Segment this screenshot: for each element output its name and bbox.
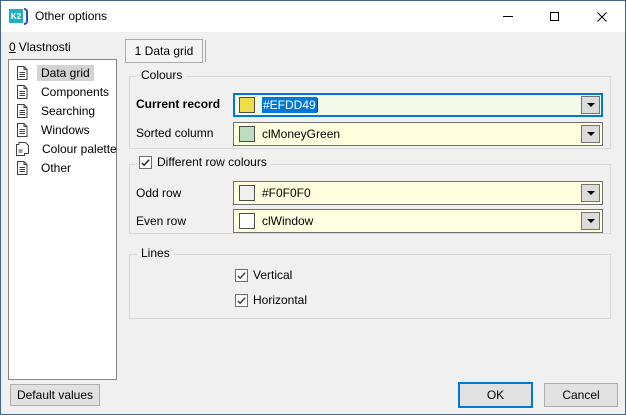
sidebar-item-data-grid[interactable]: Data grid [9, 63, 116, 82]
default-values-button[interactable]: Default values [10, 384, 100, 406]
sorted-column-combobox[interactable]: clMoneyGreen [233, 122, 603, 146]
close-icon [597, 12, 607, 22]
vertical-label: Vertical [253, 268, 292, 282]
k2-logo-icon: K2 [9, 9, 23, 23]
options-category-list[interactable]: Data grid Components Searching [8, 59, 117, 380]
documents-icon [16, 142, 29, 156]
chevron-down-icon [587, 103, 595, 107]
properties-accel: 0 [9, 40, 16, 54]
odd-row-label: Odd row [136, 186, 181, 200]
document-icon [16, 85, 28, 99]
vertical-checkbox[interactable] [235, 269, 248, 282]
even-row-label: Even row [136, 214, 186, 228]
check-icon [236, 295, 247, 306]
sidebar-item-label: Colour palette [38, 141, 121, 157]
document-icon [16, 161, 28, 175]
ok-button[interactable]: OK [458, 382, 533, 408]
tab-data-grid[interactable]: 1 Data grid [125, 39, 203, 63]
document-icon [16, 66, 28, 80]
sidebar-item-label: Searching [37, 103, 99, 119]
tab-label: 1 Data grid [135, 44, 194, 58]
sidebar-item-label: Windows [37, 122, 94, 138]
document-icon [16, 104, 28, 118]
tab-strip-divider [205, 40, 206, 62]
document-icon [16, 123, 28, 137]
current-record-label: Current record [136, 97, 220, 111]
properties-label: 0Vlastnosti [9, 40, 71, 54]
even-row-combobox[interactable]: clWindow [233, 209, 603, 233]
colours-group: Colours Current record #EFDD49 Sorted co… [129, 76, 611, 149]
k2-logo-bracket-icon [24, 8, 28, 25]
sidebar-item-searching[interactable]: Searching [9, 101, 116, 120]
color-swatch [239, 213, 255, 229]
chevron-down-icon [587, 191, 595, 195]
k2-app-icon: K2 [9, 8, 29, 26]
minimize-icon [503, 16, 513, 17]
chevron-down-icon [587, 132, 595, 136]
current-record-combobox[interactable]: #EFDD49 [233, 93, 603, 117]
sidebar-item-windows[interactable]: Windows [9, 120, 116, 139]
combo-value: #EFDD49 [262, 97, 317, 113]
window-title: Other options [35, 9, 107, 23]
vertical-lines-row: Vertical [235, 268, 292, 282]
row-colours-group: Different row colours Odd row #F0F0F0 Ev… [129, 164, 611, 234]
dropdown-button[interactable] [581, 96, 600, 114]
check-icon [140, 157, 151, 168]
combo-value: #F0F0F0 [262, 186, 311, 200]
chevron-down-icon [587, 219, 595, 223]
close-button[interactable] [578, 1, 625, 32]
sidebar-item-components[interactable]: Components [9, 82, 116, 101]
odd-row-combobox[interactable]: #F0F0F0 [233, 181, 603, 205]
lines-group-title: Lines [137, 246, 174, 260]
color-swatch [239, 185, 255, 201]
colours-group-title: Colours [137, 68, 186, 82]
combo-value: clWindow [262, 214, 313, 228]
horizontal-lines-row: Horizontal [235, 293, 307, 307]
color-swatch [239, 97, 255, 113]
maximize-button[interactable] [531, 1, 578, 32]
check-icon [236, 270, 247, 281]
lines-group: Lines Vertical Horizontal [129, 254, 611, 319]
sidebar-item-label: Data grid [37, 65, 94, 81]
sorted-column-label: Sorted column [136, 126, 213, 140]
properties-text: Vlastnosti [19, 40, 71, 54]
horizontal-checkbox[interactable] [235, 294, 248, 307]
dropdown-button[interactable] [581, 212, 600, 230]
dropdown-button[interactable] [581, 125, 600, 143]
cancel-button[interactable]: Cancel [544, 383, 618, 407]
text-caret [317, 98, 318, 112]
titlebar[interactable]: K2 Other options [1, 1, 625, 32]
horizontal-label: Horizontal [253, 293, 307, 307]
maximize-icon [550, 12, 559, 21]
sidebar-item-label: Other [37, 160, 75, 176]
different-row-colours-checkbox[interactable] [139, 156, 152, 169]
color-swatch [239, 126, 255, 142]
minimize-button[interactable] [484, 1, 531, 32]
combo-value: clMoneyGreen [262, 127, 340, 141]
sidebar-item-colour-palette[interactable]: Colour palette [9, 139, 116, 158]
sidebar-item-label: Components [37, 84, 113, 100]
sidebar-item-other[interactable]: Other [9, 158, 116, 177]
row-colours-group-title: Different row colours [157, 155, 267, 169]
dropdown-button[interactable] [581, 184, 600, 202]
other-options-dialog: K2 Other options 0Vlastnosti Data grid [0, 0, 626, 415]
